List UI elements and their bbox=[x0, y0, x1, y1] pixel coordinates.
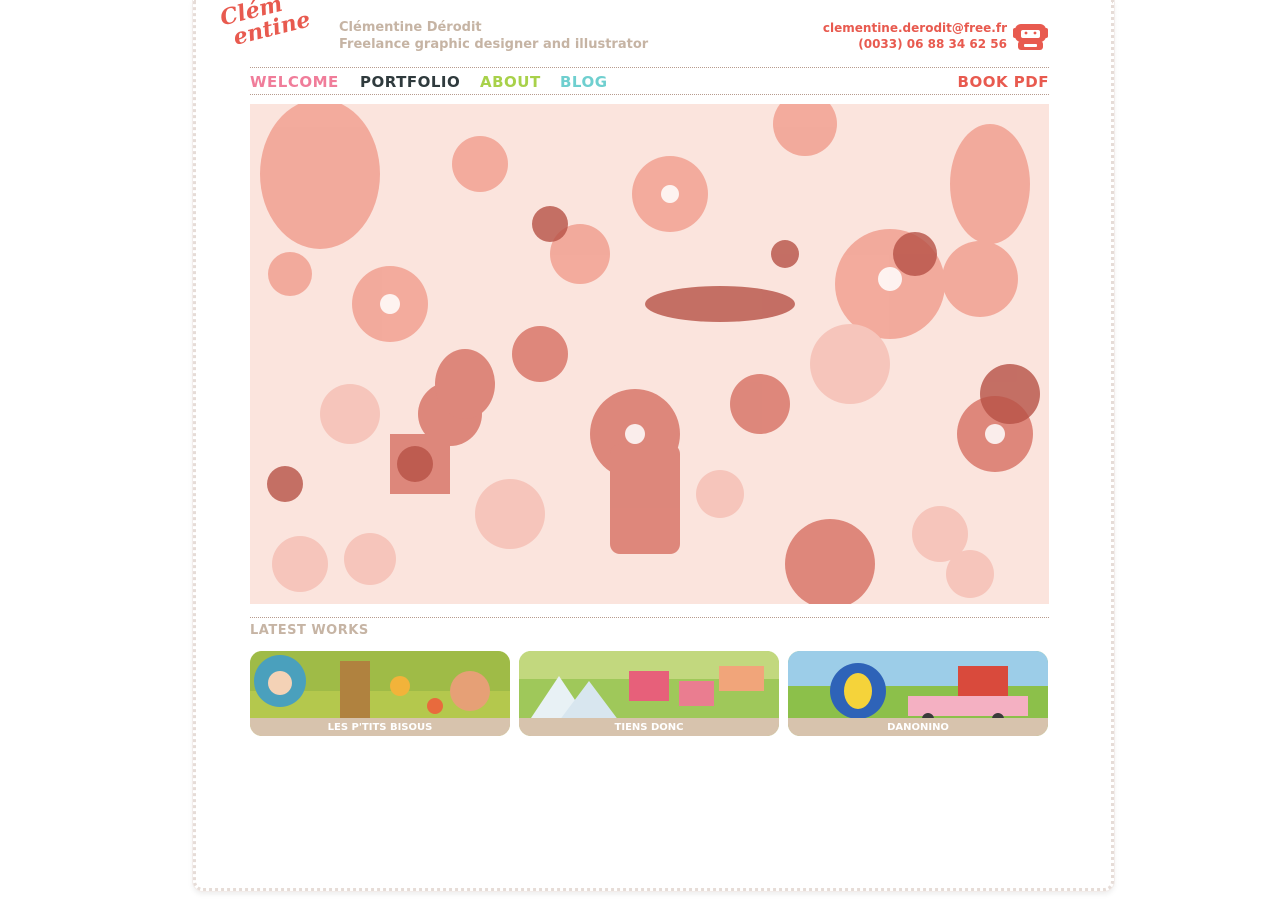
nav-about[interactable]: ABOUT bbox=[480, 73, 541, 91]
work-caption: LES P'TITS BISOUS bbox=[327, 722, 433, 733]
work-caption: TIENS DONC bbox=[614, 722, 684, 733]
work-card-tiens-donc[interactable]: TIENS DONC bbox=[519, 651, 779, 736]
designer-name: Clémentine Dérodit bbox=[339, 20, 482, 35]
nav-welcome[interactable]: WELCOME bbox=[250, 73, 339, 91]
nav-portfolio[interactable]: PORTFOLIO bbox=[360, 73, 460, 91]
latest-divider bbox=[250, 617, 1049, 618]
contact-email[interactable]: clementine.derodit@free.fr bbox=[823, 20, 1007, 36]
hero-illustration bbox=[250, 104, 1049, 604]
latest-works-list: LES P'TITS BISOUS TIENS DONC DANONINO bbox=[250, 651, 1049, 737]
nav-book-pdf[interactable]: BOOK PDF bbox=[958, 73, 1049, 91]
header-divider-bottom bbox=[250, 94, 1049, 95]
contact-block: clementine.derodit@free.fr (0033) 06 88 … bbox=[823, 20, 1007, 52]
designer-role: Freelance graphic designer and illustrat… bbox=[339, 37, 649, 52]
work-caption: DANONINO bbox=[887, 722, 949, 733]
identity: Clémentine Dérodit Freelance graphic des… bbox=[339, 19, 648, 53]
latest-works-title: LATEST WORKS bbox=[250, 623, 369, 638]
nav-blog[interactable]: BLOG bbox=[560, 73, 608, 91]
work-card-les-ptits-bisous[interactable]: LES P'TITS BISOUS bbox=[250, 651, 510, 736]
work-card-danonino[interactable]: DANONINO bbox=[788, 651, 1048, 736]
main-nav: WELCOME PORTFOLIO ABOUT BLOG BOOK PDF bbox=[250, 70, 1049, 94]
header-divider-top bbox=[250, 67, 1049, 68]
contact-phone: (0033) 06 88 34 62 56 bbox=[858, 37, 1007, 51]
phone-character-icon bbox=[1012, 20, 1049, 52]
